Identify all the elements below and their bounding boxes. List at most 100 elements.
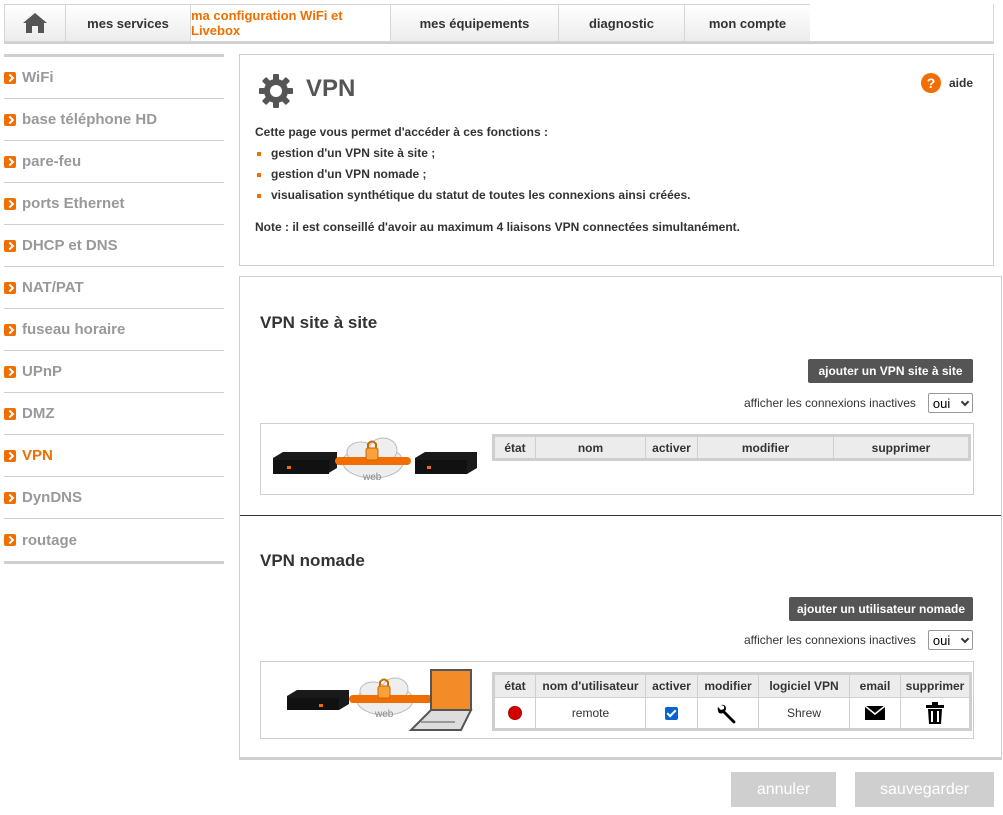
sidebar-item-ports-ethernet[interactable]: ports Ethernet — [4, 183, 224, 225]
arrow-bullet-icon — [4, 155, 16, 168]
chevron-down-icon — [960, 397, 970, 406]
square-bullet-icon — [257, 173, 261, 177]
sidebar-item-nat-pat[interactable]: NAT/PAT — [4, 267, 224, 309]
nomad-inactive-select[interactable]: oui — [927, 630, 973, 650]
chevron-down-icon — [960, 634, 970, 643]
tab-diagnostic[interactable]: diagnostic — [558, 4, 684, 42]
arrow-bullet-icon — [4, 323, 16, 336]
arrow-bullet-icon — [4, 71, 16, 84]
sidebar-item-label: DynDNS — [22, 489, 83, 506]
home-icon — [23, 13, 47, 33]
software-cell: Shrew — [758, 697, 850, 730]
sidebar-item-label: VPN — [22, 447, 53, 464]
intro-bullet-text: gestion d'un VPN site à site ; — [271, 146, 436, 160]
top-navigation: mes services ma configuration WiFi et Li… — [4, 4, 994, 44]
sidebar-item-label: UPnP — [22, 363, 63, 380]
sidebar-item-dhcp-dns[interactable]: DHCP et DNS — [4, 225, 224, 267]
table-row: remote Shrew — [493, 697, 971, 730]
status-cell — [493, 697, 536, 730]
intro-bullet-text: visualisation synthétique du statut de t… — [271, 188, 691, 202]
col-modifier: modifier — [697, 435, 834, 460]
nomad-inactive-filter: afficher les connexions inactives oui — [744, 630, 973, 650]
arrow-bullet-icon — [4, 197, 16, 210]
page-title: VPN — [306, 75, 356, 102]
sidebar-item-base-telephone-hd[interactable]: base téléphone HD — [4, 99, 224, 141]
select-value: oui — [932, 395, 951, 411]
site-to-site-title: VPN site à site — [260, 313, 378, 332]
col-activer: activer — [645, 673, 698, 698]
sidebar-item-label: NAT/PAT — [22, 279, 84, 296]
enable-checkbox[interactable] — [665, 707, 678, 721]
edit-cell — [697, 697, 759, 730]
sidebar-item-label: pare-feu — [22, 153, 82, 170]
tab-mes-equipements[interactable]: mes équipements — [390, 4, 558, 42]
tab-mes-services[interactable]: mes services — [65, 4, 190, 42]
sidebar-item-routage[interactable]: routage — [4, 519, 224, 561]
sidebar-item-label: fuseau horaire — [22, 321, 126, 338]
nomad-box: web état nom d'utilisateur activer modif… — [260, 661, 974, 739]
intro-bullet-text: gestion d'un VPN nomade ; — [271, 167, 427, 181]
envelope-icon[interactable] — [864, 705, 886, 721]
sidebar-item-label: DMZ — [22, 405, 55, 422]
illustration-web-label: web — [374, 709, 394, 720]
intro-lead: Cette page vous permet d'accéder à ces f… — [255, 125, 548, 139]
col-logiciel-vpn: logiciel VPN — [758, 673, 850, 698]
square-bullet-icon — [257, 194, 261, 198]
cancel-button[interactable]: annuler — [731, 772, 836, 807]
filter-label: afficher les connexions inactives — [744, 396, 916, 410]
wrench-icon[interactable] — [717, 702, 739, 724]
select-value: oui — [932, 632, 951, 648]
sidebar-item-label: DHCP et DNS — [22, 237, 118, 254]
sidebar-item-dyndns[interactable]: DynDNS — [4, 477, 224, 519]
intro-bullet: gestion d'un VPN site à site ; — [255, 146, 740, 167]
sidebar: WiFi base téléphone HD pare-feu ports Et… — [4, 54, 224, 564]
vpn-panel: VPN site à site ajouter un VPN site à si… — [239, 276, 1002, 760]
home-tab[interactable] — [4, 4, 65, 42]
col-etat: état — [493, 673, 536, 698]
filter-label: afficher les connexions inactives — [744, 633, 916, 647]
col-email: email — [849, 673, 901, 698]
col-nom-utilisateur: nom d'utilisateur — [535, 673, 646, 698]
arrow-bullet-icon — [4, 239, 16, 252]
site-to-site-table: état nom activer modifier supprimer — [492, 434, 971, 461]
arrow-bullet-icon — [4, 281, 16, 294]
site-inactive-filter: afficher les connexions inactives oui — [744, 393, 973, 413]
sidebar-item-dmz[interactable]: DMZ — [4, 393, 224, 435]
sidebar-item-label: routage — [22, 531, 78, 549]
col-supprimer: supprimer — [900, 673, 971, 698]
sidebar-item-wifi[interactable]: WiFi — [4, 57, 224, 99]
tab-mon-compte[interactable]: mon compte — [684, 4, 810, 42]
tab-configuration-wifi-livebox[interactable]: ma configuration WiFi et Livebox — [190, 4, 390, 42]
col-activer: activer — [645, 435, 698, 460]
site-to-site-illustration: web — [273, 437, 477, 482]
nomad-title: VPN nomade — [260, 551, 365, 570]
nomad-illustration: web — [287, 669, 473, 731]
site-to-site-box: web état nom activer modifier supprimer — [260, 423, 974, 495]
save-button[interactable]: sauvegarder — [855, 772, 994, 807]
help-link[interactable]: ? aide — [920, 73, 973, 93]
intro-text: Cette page vous permet d'accéder à ces f… — [255, 125, 740, 241]
status-dot-icon — [508, 706, 522, 721]
site-inactive-select[interactable]: oui — [927, 393, 973, 413]
nomad-table: état nom d'utilisateur activer modifier … — [492, 672, 972, 731]
sidebar-item-label: WiFi — [22, 69, 54, 86]
sidebar-item-upnp[interactable]: UPnP — [4, 351, 224, 393]
col-etat: état — [493, 435, 536, 460]
intro-bullet: gestion d'un VPN nomade ; — [255, 167, 740, 188]
sidebar-item-label: ports Ethernet — [22, 195, 125, 212]
trash-icon[interactable] — [925, 702, 945, 724]
help-label: aide — [948, 76, 973, 90]
nav-filler — [810, 4, 994, 42]
sidebar-item-fuseau-horaire[interactable]: fuseau horaire — [4, 309, 224, 351]
sidebar-item-vpn[interactable]: VPN — [4, 435, 224, 477]
section-divider — [240, 515, 1001, 516]
delete-cell — [900, 697, 971, 730]
sidebar-item-pare-feu[interactable]: pare-feu — [4, 141, 224, 183]
sidebar-item-label: base téléphone HD — [22, 111, 158, 128]
arrow-bullet-icon — [4, 491, 16, 504]
help-icon: ? — [920, 73, 941, 93]
intro-bullet: visualisation synthétique du statut de t… — [255, 188, 740, 209]
enable-cell — [645, 697, 698, 730]
add-site-to-site-button[interactable]: ajouter un VPN site à site — [808, 359, 973, 383]
add-nomad-user-button[interactable]: ajouter un utilisateur nomade — [789, 597, 973, 621]
